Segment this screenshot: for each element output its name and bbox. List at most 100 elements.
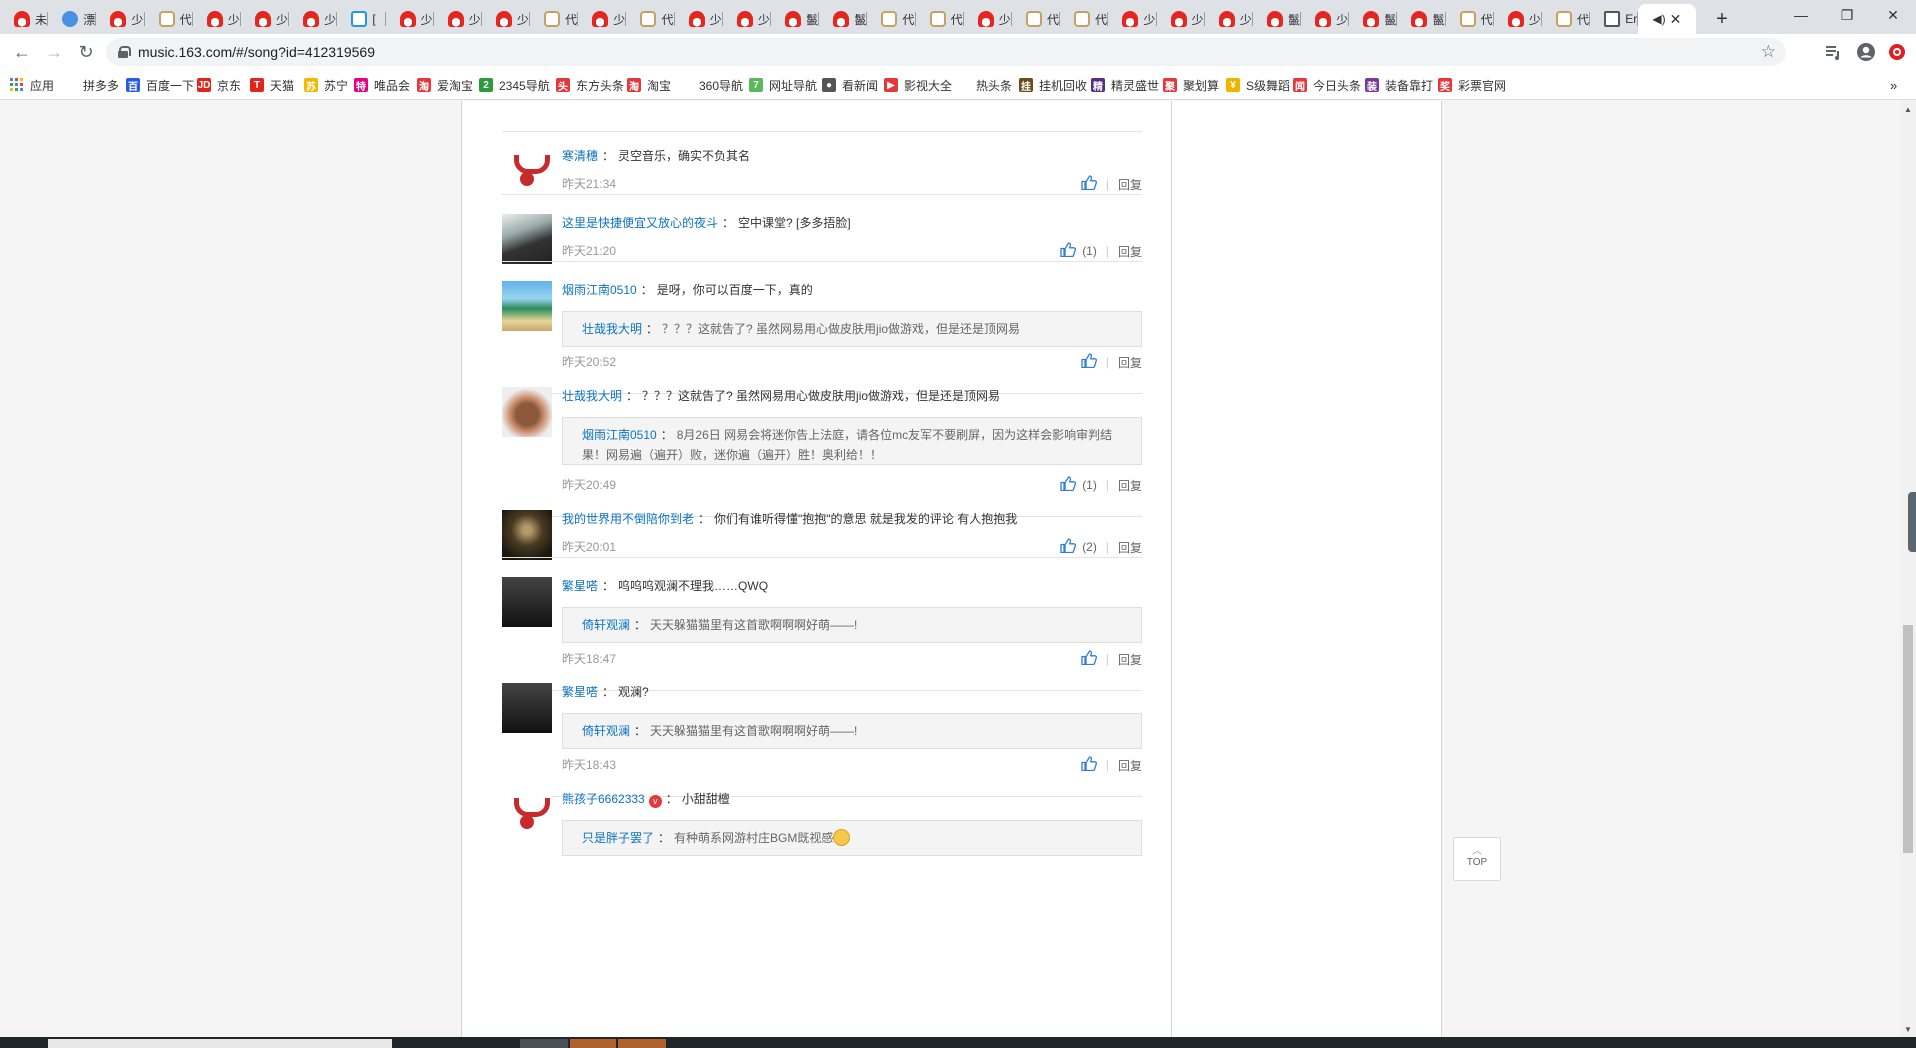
browser-tab[interactable]: 少 bbox=[434, 4, 482, 34]
url-text[interactable]: music.163.com/#/song?id=412319569 bbox=[138, 44, 375, 60]
bookmark-item[interactable]: 应用 bbox=[10, 76, 54, 94]
quoted-username[interactable]: 壮哉我大明 bbox=[582, 322, 642, 336]
comment-username[interactable]: 壮哉我大明 bbox=[562, 389, 622, 403]
browser-tab[interactable]: 代 bbox=[626, 4, 675, 34]
like-button[interactable] bbox=[1060, 476, 1077, 494]
comment-username[interactable]: 繁星嗒 bbox=[562, 685, 598, 699]
bookmark-item[interactable]: 挂挂机回收 bbox=[1019, 76, 1087, 94]
browser-tab[interactable]: 少 bbox=[241, 4, 290, 34]
bookmark-item[interactable]: 360导航 bbox=[699, 76, 743, 94]
bookmark-item[interactable]: 聚聚划算 bbox=[1163, 76, 1219, 94]
bookmark-item[interactable]: T 天猫 bbox=[250, 76, 294, 94]
browser-tab[interactable]: 少 bbox=[1108, 4, 1157, 34]
media-control-icon[interactable] bbox=[1823, 42, 1843, 62]
bookmark-item[interactable]: 特唯品会 bbox=[354, 76, 410, 94]
browser-tab[interactable]: 少 bbox=[289, 4, 338, 34]
browser-tab[interactable]: 少 bbox=[193, 4, 241, 34]
side-panel-handle[interactable] bbox=[1908, 492, 1916, 552]
browser-tab[interactable]: 未 bbox=[0, 4, 49, 34]
scrollbar-track[interactable] bbox=[1900, 101, 1916, 1037]
bookmark-item[interactable]: 2 2345导航 bbox=[479, 76, 550, 94]
browser-tab[interactable]: 代 bbox=[1012, 4, 1061, 34]
browser-tab[interactable]: 代 bbox=[1542, 4, 1591, 34]
user-avatar[interactable] bbox=[502, 147, 552, 197]
user-avatar[interactable] bbox=[502, 387, 552, 437]
taskbar-app[interactable] bbox=[520, 1039, 568, 1048]
bookmark-item[interactable]: 淘淘宝 bbox=[627, 76, 671, 94]
bookmark-item[interactable]: 闻今日头条 bbox=[1293, 76, 1361, 94]
comment-username[interactable]: 寒清穗 bbox=[562, 149, 598, 163]
reply-link[interactable]: 回复 bbox=[1118, 477, 1142, 494]
bookmark-item[interactable]: ● 看新闻 bbox=[822, 76, 878, 94]
bookmark-item[interactable]: 热头条 bbox=[976, 76, 1012, 94]
like-button[interactable] bbox=[1060, 538, 1077, 556]
browser-tab[interactable]: 少 bbox=[482, 4, 531, 34]
reply-link[interactable]: 回复 bbox=[1118, 757, 1142, 774]
quoted-username[interactable]: 倚轩观澜 bbox=[582, 724, 630, 738]
browser-tab[interactable]: 少 bbox=[675, 4, 723, 34]
browser-tab[interactable]: 代 bbox=[1060, 4, 1109, 34]
browser-tab[interactable]: 代 bbox=[145, 4, 193, 34]
browser-tab[interactable]: 少 bbox=[964, 4, 1012, 34]
quoted-username[interactable]: 倚轩观澜 bbox=[582, 618, 630, 632]
browser-tab[interactable]: 少 bbox=[1157, 4, 1205, 34]
like-button[interactable] bbox=[1081, 650, 1097, 668]
browser-tab[interactable]: 鬣 bbox=[1253, 4, 1302, 34]
close-window-button[interactable]: ✕ bbox=[1870, 0, 1916, 30]
thumbs-up-icon[interactable] bbox=[1081, 175, 1097, 190]
like-button[interactable] bbox=[1081, 756, 1097, 774]
bookmark-item[interactable]: 7 网址导航 bbox=[749, 76, 817, 94]
reply-link[interactable]: 回复 bbox=[1118, 354, 1142, 371]
bookmark-star-icon[interactable]: ☆ bbox=[1761, 42, 1776, 62]
reply-link[interactable]: 回复 bbox=[1118, 176, 1142, 193]
like-button[interactable] bbox=[1081, 353, 1097, 371]
reload-button[interactable]: ↻ bbox=[72, 38, 100, 66]
browser-tab[interactable]: 鬣 bbox=[1349, 4, 1398, 34]
comment-username[interactable]: 我的世界用不倒陪你到老 bbox=[562, 512, 694, 526]
taskbar-search-box[interactable] bbox=[48, 1039, 392, 1048]
like-button[interactable] bbox=[1081, 175, 1097, 193]
profile-avatar-icon[interactable] bbox=[1856, 42, 1876, 62]
quoted-username[interactable]: 烟雨江南0510 bbox=[582, 428, 657, 442]
taskbar-app[interactable] bbox=[570, 1039, 616, 1048]
browser-tab[interactable]: 少 bbox=[1494, 4, 1542, 34]
browser-tab[interactable]: 代 bbox=[916, 4, 964, 34]
quoted-username[interactable]: 只是胖子罢了 bbox=[582, 831, 654, 845]
taskbar-app[interactable] bbox=[618, 1039, 666, 1048]
thumbs-up-icon[interactable] bbox=[1081, 353, 1097, 368]
bookmark-item[interactable]: 淘爱淘宝 bbox=[417, 76, 473, 94]
address-bar[interactable]: music.163.com/#/song?id=412319569 ☆ bbox=[106, 38, 1786, 66]
back-to-top-button[interactable]: ︿ TOP bbox=[1453, 837, 1501, 881]
bookmark-item[interactable]: 奖彩票官网 bbox=[1438, 76, 1506, 94]
bookmark-item[interactable]: 拼多多 bbox=[83, 76, 119, 94]
comment-username[interactable]: 烟雨江南0510 bbox=[562, 283, 637, 297]
bookmark-item[interactable]: 装装备靠打 bbox=[1365, 76, 1433, 94]
thumbs-up-icon[interactable] bbox=[1081, 650, 1097, 665]
thumbs-up-icon[interactable] bbox=[1081, 756, 1097, 771]
browser-tab[interactable]: 鬣 bbox=[819, 4, 868, 34]
comment-username[interactable]: 熊孩子6662333 bbox=[562, 792, 645, 806]
bookmark-item[interactable]: 苏苏宁 bbox=[304, 76, 348, 94]
browser-tab[interactable]: 少 bbox=[96, 4, 145, 34]
browser-tab[interactable]: 少 bbox=[1301, 4, 1350, 34]
browser-tab[interactable]: [ bbox=[337, 4, 386, 34]
scroll-up-arrow-icon[interactable]: ▲ bbox=[1900, 101, 1916, 117]
browser-tab[interactable]: 少 bbox=[723, 4, 771, 34]
user-avatar[interactable] bbox=[502, 281, 552, 331]
back-button[interactable]: ← bbox=[8, 38, 36, 66]
thumbs-up-icon[interactable] bbox=[1060, 242, 1077, 257]
scrollbar-thumb[interactable] bbox=[1903, 625, 1913, 853]
browser-tab[interactable]: 鬣 bbox=[1397, 4, 1446, 34]
browser-tab[interactable]: 鬣 bbox=[771, 4, 820, 34]
user-avatar[interactable] bbox=[502, 214, 552, 264]
user-avatar[interactable] bbox=[502, 790, 552, 840]
reply-link[interactable]: 回复 bbox=[1118, 539, 1142, 556]
reply-link[interactable]: 回复 bbox=[1118, 651, 1142, 668]
browser-tab[interactable]: 代 bbox=[867, 4, 916, 34]
browser-tab[interactable]: 少 bbox=[386, 4, 434, 34]
user-avatar[interactable] bbox=[502, 577, 552, 627]
minimize-button[interactable]: — bbox=[1778, 0, 1824, 30]
scroll-down-arrow-icon[interactable]: ▼ bbox=[1900, 1021, 1916, 1037]
comment-username[interactable]: 这里是快捷便宜又放心的夜斗 bbox=[562, 216, 718, 230]
extension-icon[interactable] bbox=[1887, 42, 1907, 62]
